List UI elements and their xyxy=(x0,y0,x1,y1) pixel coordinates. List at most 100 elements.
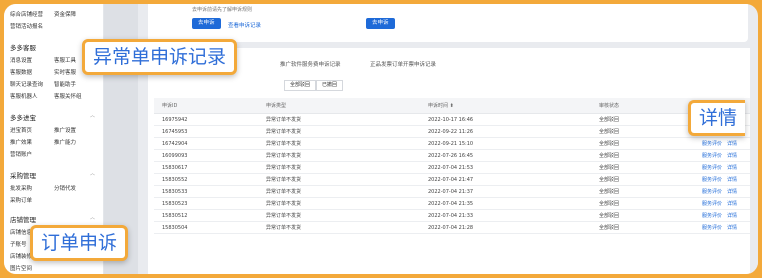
sidebar-group-promotion[interactable]: 多多进宝 ︿ xyxy=(10,112,95,122)
row-actions: 服务评价详情 xyxy=(702,222,737,234)
sidebar-item-label[interactable]: 实时客服 xyxy=(54,68,76,76)
sidebar-item-label[interactable]: 聊天记录查询 xyxy=(10,82,43,88)
sidebar-item-label[interactable]: 店铺信息 xyxy=(10,230,32,236)
sidebar-item-label[interactable]: 批发采购 xyxy=(10,186,32,192)
appeal-type: 异常订单不发货 xyxy=(266,129,302,135)
sidebar-item[interactable]: 客服数据 实时客服 xyxy=(10,68,76,76)
appeal-type: 异常订单不发货 xyxy=(266,153,302,159)
sidebar-item-label[interactable]: 客服工具 xyxy=(54,56,76,64)
appeal-time: 2022-07-26 16:45 xyxy=(428,153,474,159)
tab-promo-fee-appeal[interactable]: 推广软件服务费申诉记录 xyxy=(280,60,341,68)
service-evaluate-link[interactable]: 服务评价 xyxy=(702,213,722,219)
sidebar-item[interactable]: 营销活动报名 xyxy=(10,22,43,30)
review-status: 全部驳回 xyxy=(599,141,620,147)
detail-link[interactable]: 详情 xyxy=(727,213,737,219)
row-actions: 服务评价详情 xyxy=(702,210,737,222)
sidebar-item[interactable]: 推广效果 推广能力 xyxy=(10,138,76,146)
sidebar-group-customer-service[interactable]: 多多客服︿ xyxy=(10,42,95,52)
filter-rejected[interactable]: 全部驳回 xyxy=(284,80,317,91)
sidebar-group-title[interactable]: 店铺管理 xyxy=(10,216,36,224)
sidebar-item-label[interactable]: 智能助手 xyxy=(54,80,76,88)
appeal-button[interactable]: 去申诉 xyxy=(192,18,221,29)
sidebar-item-label[interactable]: 采购订单 xyxy=(10,198,32,204)
sidebar-item-label[interactable]: 营销活动报名 xyxy=(10,24,43,30)
service-evaluate-link[interactable]: 服务评价 xyxy=(702,141,722,147)
sidebar-item[interactable]: 进宝首页 推广设置 xyxy=(10,126,76,134)
header-review-status: 审核状态 xyxy=(599,103,620,109)
sidebar-item[interactable]: 营销账户 xyxy=(10,150,32,158)
sidebar-item-label[interactable]: 资金保障 xyxy=(54,10,76,18)
sidebar-item-label[interactable]: 营销账户 xyxy=(10,152,32,158)
sidebar-item-label[interactable]: 子账号 xyxy=(10,242,27,248)
appeal-time: 2022-07-04 21:35 xyxy=(428,201,474,207)
sidebar-item-label[interactable]: 客服关怀组 xyxy=(54,92,82,100)
service-evaluate-link[interactable]: 服务评价 xyxy=(702,201,722,207)
service-evaluate-link[interactable]: 服务评价 xyxy=(702,177,722,183)
tab-invoice-appeal[interactable]: 正品发票订单开票申诉记录 xyxy=(370,60,436,68)
detail-link[interactable]: 详情 xyxy=(727,153,737,159)
row-actions: 服务评价详情 xyxy=(702,162,737,174)
filter-withdrawn[interactable]: 已撤回 xyxy=(316,80,344,91)
appeal-id: 15830533 xyxy=(162,189,188,195)
sidebar-item-label[interactable]: 进宝首页 xyxy=(10,128,32,134)
sidebar-item[interactable]: 采购订单 xyxy=(10,196,32,204)
sort-icon[interactable]: ⬍ xyxy=(450,103,454,109)
sidebar-item[interactable]: 店铺装修 xyxy=(10,252,32,260)
row-actions: 服务评价详情 xyxy=(702,174,737,186)
review-status: 全部驳回 xyxy=(599,177,620,183)
sidebar-group-purchase[interactable]: 采购管理 ︿ xyxy=(10,170,95,180)
sidebar-item[interactable]: 批发采购 分销代发 xyxy=(10,184,76,192)
sidebar-item-label[interactable]: 推广能力 xyxy=(54,138,76,146)
detail-link[interactable]: 详情 xyxy=(727,165,737,171)
sidebar-group-title[interactable]: 多多客服 xyxy=(10,44,36,52)
sidebar-item[interactable]: 综合店铺经营 资金保障 xyxy=(10,10,76,18)
sidebar-item-label[interactable]: 消息设置 xyxy=(10,58,32,64)
appeal-button-secondary[interactable]: 去申诉 xyxy=(366,18,395,29)
chevron-up-icon[interactable]: ︿ xyxy=(90,170,95,177)
service-evaluate-link[interactable]: 服务评价 xyxy=(702,165,722,171)
sidebar-group-title[interactable]: 多多进宝 xyxy=(10,114,36,122)
detail-link[interactable]: 详情 xyxy=(727,225,737,231)
appeal-id: 16975942 xyxy=(162,117,188,123)
sidebar-group-title[interactable]: 采购管理 xyxy=(10,172,36,180)
detail-link[interactable]: 详情 xyxy=(727,177,737,183)
appeal-time: 2022-09-22 11:26 xyxy=(428,129,474,135)
appeal-id: 16745953 xyxy=(162,129,188,135)
header-appeal-type: 申诉类型 xyxy=(266,103,287,109)
detail-link[interactable]: 详情 xyxy=(727,201,737,207)
sidebar-item[interactable]: 消息设置 客服工具 xyxy=(10,56,76,64)
scrollbar[interactable] xyxy=(750,48,758,274)
sidebar-item[interactable]: 图片空间 xyxy=(10,264,32,272)
sidebar-group-store[interactable]: 店铺管理 ︿ xyxy=(10,214,95,224)
chevron-up-icon[interactable]: ︿ xyxy=(90,112,95,119)
sidebar-item-label[interactable]: 图片空间 xyxy=(10,266,32,272)
header-appeal-time[interactable]: 申诉时间 ⬍ xyxy=(428,98,454,114)
review-status: 全部驳回 xyxy=(599,129,620,135)
service-evaluate-link[interactable]: 服务评价 xyxy=(702,225,722,231)
detail-link[interactable]: 详情 xyxy=(727,141,737,147)
appeal-time: 2022-07-04 21:53 xyxy=(428,165,474,171)
table-row: 15830512 异常订单不发货 2022-07-04 21:33 全部驳回 服务评价详… xyxy=(154,210,750,222)
table-row: 16099093 异常订单不发货 2022-07-26 16:45 全部驳回 服务评价详… xyxy=(154,150,750,162)
appeal-record-link[interactable]: 查看申诉记录 xyxy=(228,21,261,29)
service-evaluate-link[interactable]: 服务评价 xyxy=(702,153,722,159)
sidebar-item-label[interactable]: 推广设置 xyxy=(54,126,76,134)
sidebar-item-label[interactable]: 综合店铺经营 xyxy=(10,12,43,18)
appeal-time: 2022-09-21 15:10 xyxy=(428,141,474,147)
service-evaluate-link[interactable]: 服务评价 xyxy=(702,189,722,195)
sidebar-item-label[interactable]: 店铺装修 xyxy=(10,254,32,260)
chevron-up-icon[interactable]: ︿ xyxy=(90,214,95,221)
sidebar-item-label[interactable]: 客服数据 xyxy=(10,70,32,76)
sidebar-item-label[interactable]: 分销代发 xyxy=(54,184,76,192)
review-status: 全部驳回 xyxy=(599,213,620,219)
header-appeal-time-label[interactable]: 申诉时间 xyxy=(428,103,448,109)
sidebar-item-label[interactable]: 推广效果 xyxy=(10,140,32,146)
sidebar-item[interactable]: 店铺信息 xyxy=(10,228,32,236)
sidebar-item[interactable]: 子账号 xyxy=(10,240,27,248)
detail-link[interactable]: 详情 xyxy=(727,189,737,195)
appeal-id: 15830512 xyxy=(162,213,188,219)
sidebar-item[interactable]: 聊天记录查询 智能助手 xyxy=(10,80,76,88)
sidebar-item-label[interactable]: 客服机器人 xyxy=(10,94,38,100)
sidebar-item[interactable]: 客服机器人 客服关怀组 xyxy=(10,92,82,100)
review-status: 全部驳回 xyxy=(599,153,620,159)
